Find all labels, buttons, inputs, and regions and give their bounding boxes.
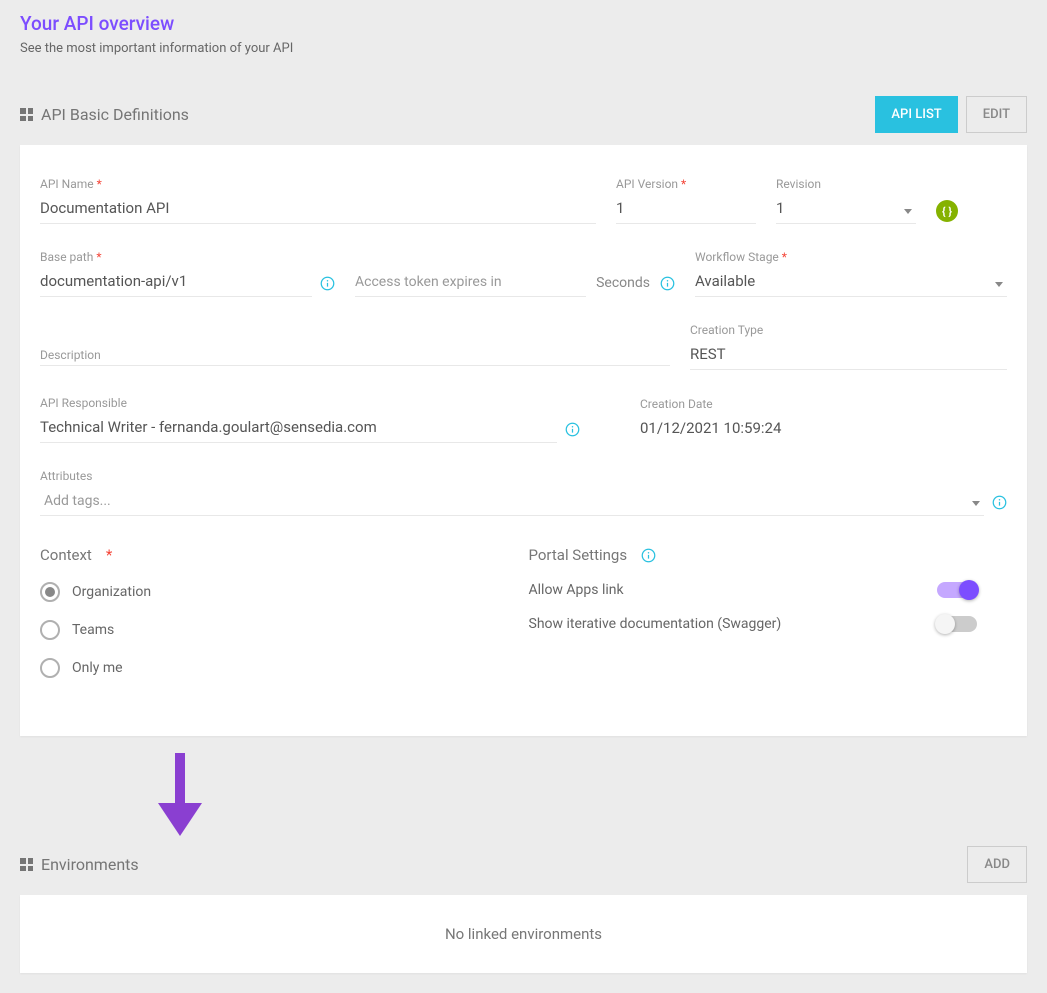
environments-card: No linked environments [20,895,1027,973]
context-option-only-me[interactable]: Only me [40,658,489,678]
workflow-stage-label: Workflow Stage * [695,250,1007,264]
api-responsible-label: API Responsible [40,396,557,410]
api-name-label: API Name * [40,177,596,191]
swagger-docs-toggle[interactable] [937,616,977,632]
allow-apps-toggle[interactable] [937,582,977,598]
chevron-down-icon [904,209,912,214]
context-option-label: Only me [72,660,123,676]
api-version-value: 1 [616,195,756,224]
radio-icon [40,620,60,640]
context-heading: Context * [40,546,489,564]
page-title: Your API overview [20,12,1027,35]
page-subtitle: See the most important information of yo… [20,41,1027,56]
creation-date-value: 01/12/2021 10:59:24 [640,415,1007,443]
context-option-teams[interactable]: Teams [40,620,489,640]
description-label: Description [40,330,670,366]
base-path-value: documentation-api/v1 [40,268,312,297]
info-icon[interactable] [320,276,335,291]
add-environment-button[interactable]: ADD [967,846,1027,883]
creation-date-label: Creation Date [640,397,1007,411]
basic-section-title: API Basic Definitions [41,105,189,124]
creation-type-label: Creation Type [690,323,1007,337]
access-token-input[interactable] [355,268,586,297]
basic-card: API Name * Documentation API API Version… [20,145,1027,736]
grid-icon [20,108,33,121]
api-version-label: API Version * [616,177,756,191]
creation-type-value: REST [690,341,1007,370]
info-icon[interactable] [992,495,1007,510]
radio-icon [40,658,60,678]
environments-empty-text: No linked environments [40,925,1007,943]
info-icon[interactable] [660,276,675,291]
context-option-organization[interactable]: Organization [40,582,489,602]
chevron-down-icon [995,282,1003,287]
context-option-label: Organization [72,584,151,600]
edit-button[interactable]: EDIT [966,96,1027,133]
info-icon[interactable] [565,422,580,437]
swagger-docs-label: Show iterative documentation (Swagger) [529,616,782,632]
revision-label: Revision [776,177,916,191]
attributes-label: Attributes [40,469,984,483]
radio-icon [40,582,60,602]
arrow-annotation-icon [150,748,1027,838]
allow-apps-label: Allow Apps link [529,582,624,598]
grid-icon [20,858,33,871]
api-list-button[interactable]: API LIST [875,96,957,133]
revision-select[interactable]: 1 [776,195,916,224]
api-responsible-value: Technical Writer - fernanda.goulart@sens… [40,414,557,443]
base-path-label: Base path * [40,250,312,264]
environments-section-title: Environments [41,855,139,874]
environments-section-header: Environments ADD [20,846,1027,883]
workflow-stage-select[interactable]: Available [695,268,1007,297]
api-name-value: Documentation API [40,195,596,224]
chevron-down-icon [972,501,980,506]
seconds-unit-label: Seconds [596,275,650,297]
swagger-icon[interactable]: { } [936,200,958,222]
context-option-label: Teams [72,622,114,638]
basic-section-header: API Basic Definitions API LIST EDIT [20,96,1027,133]
info-icon[interactable] [641,548,656,563]
portal-settings-heading: Portal Settings [529,546,978,564]
attributes-input[interactable] [40,487,984,516]
